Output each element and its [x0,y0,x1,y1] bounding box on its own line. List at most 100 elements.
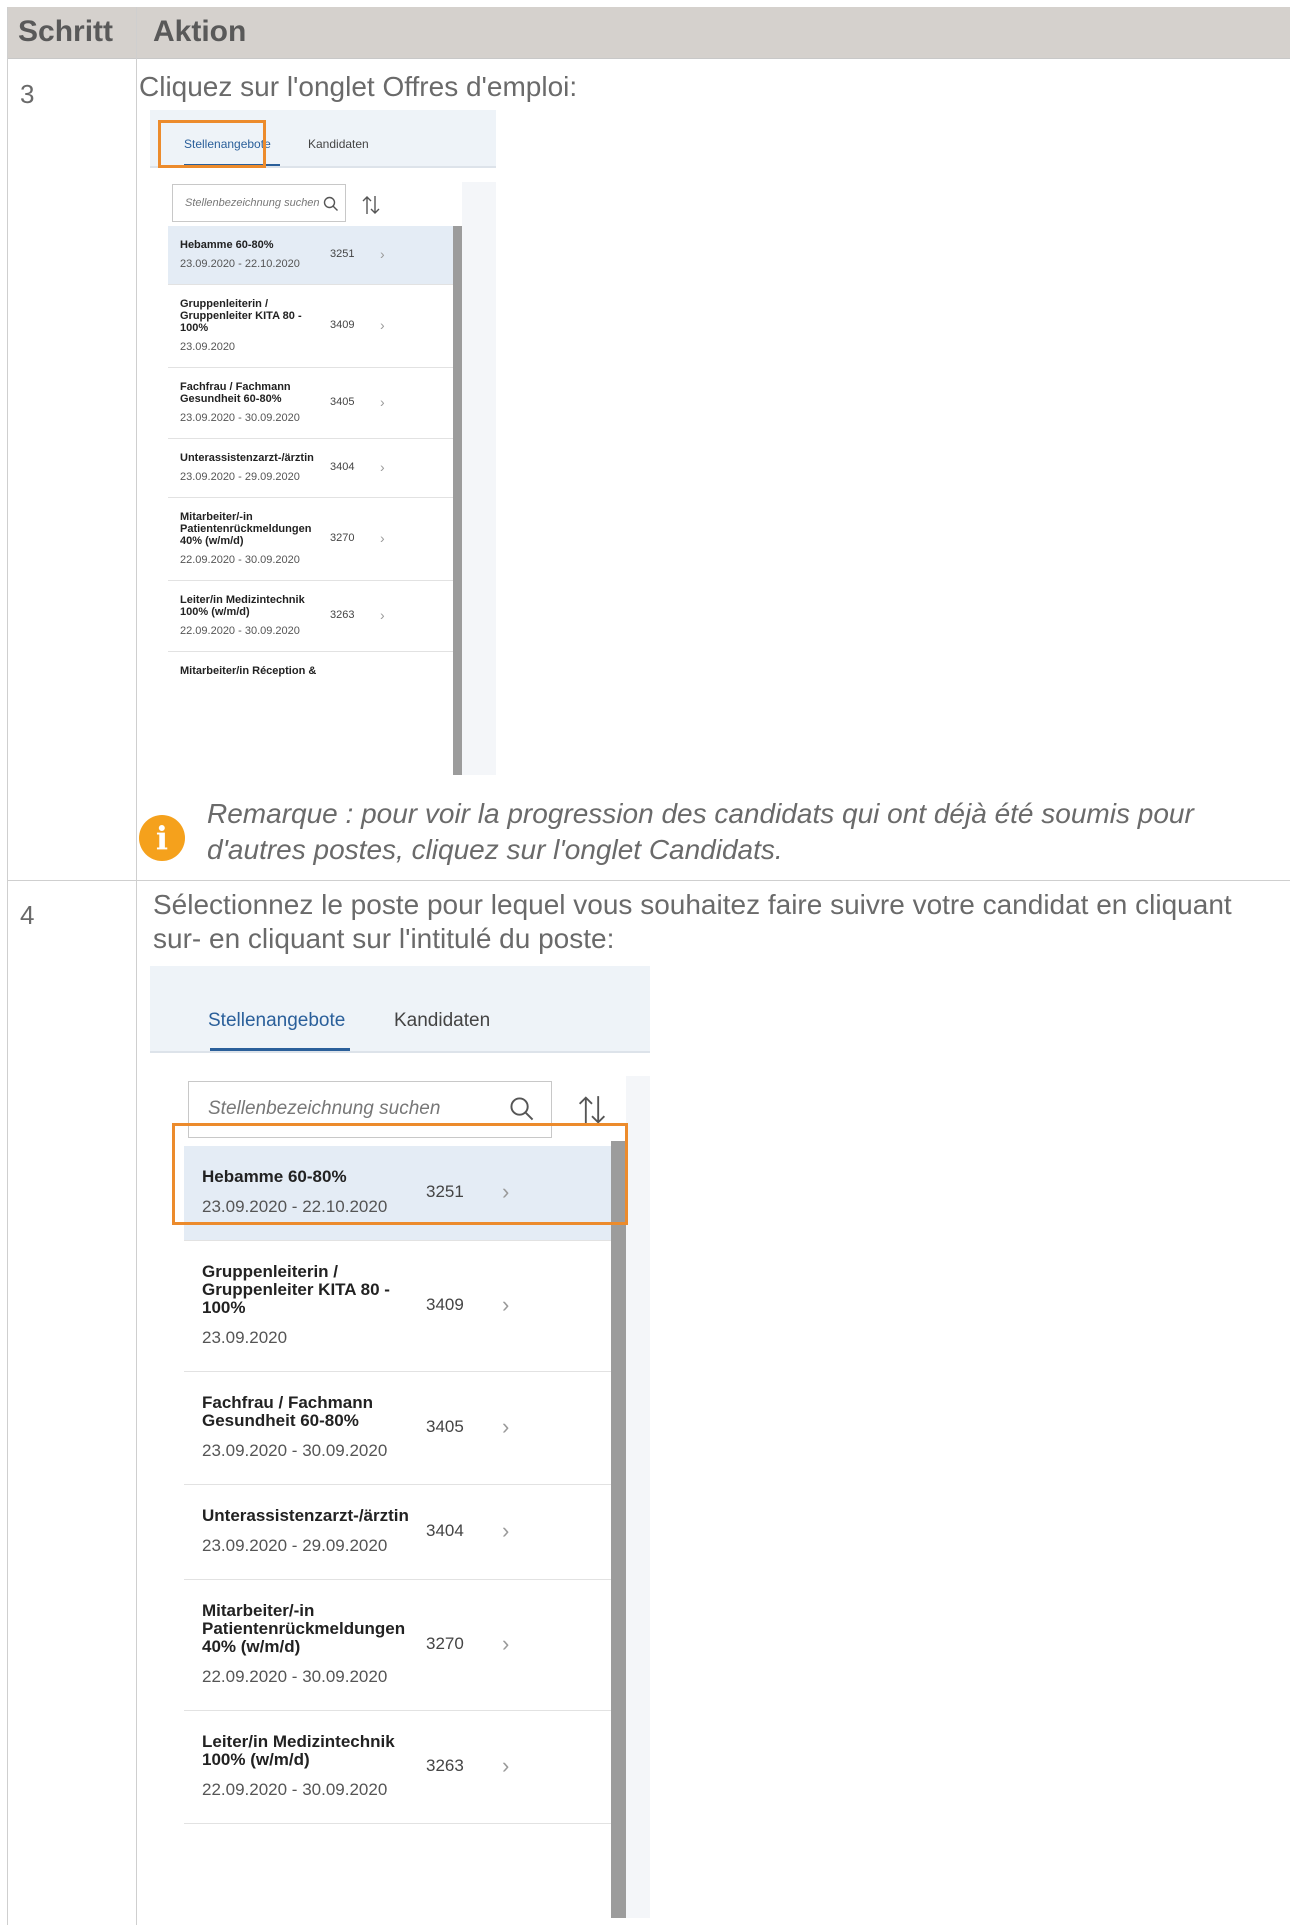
job-list-item[interactable]: Mitarbeiter/-in Patientenrückmeldungen 40%… [168,498,453,580]
job-title-line: Leiter/in Medizintechnik [202,1732,395,1751]
job-list-item[interactable]: Leiter/in Medizintechnik 100% (w/m/d) 22.0… [168,581,453,651]
job-list-item-partial[interactable]: Mitarbeiter/in Réception & [180,665,316,677]
job-title: Mitarbeiter/-in Patientenrückmeldungen 40%… [202,1602,405,1656]
job-title-line: 100% [180,322,209,334]
step-number-4: 4 [20,900,35,930]
chevron-right-icon: › [380,606,385,623]
job-list-item[interactable]: Mitarbeiter/-in Patientenrückmeldungen 40%… [184,1580,611,1710]
job-dates: 23.09.2020 - 30.09.2020 [202,1441,388,1460]
job-list-item[interactable]: Gruppenleiterin / Gruppenleiter KITA 80 -… [184,1241,611,1371]
list-divider [184,1823,611,1824]
job-list-item[interactable]: Fachfrau / Fachmann Gesundheit 60-80% 23.0… [184,1372,611,1484]
job-list-item[interactable]: Gruppenleiterin / Gruppenleiter KITA 80 -… [168,285,453,367]
info-icon: i [139,815,185,861]
highlight-box [172,1123,628,1225]
job-list-item[interactable]: Unterassistenzarzt-/ärztin 23.09.2020 - 2… [184,1485,611,1579]
chevron-right-icon: › [502,1413,510,1439]
job-title: Leiter/in Medizintechnik 100% (w/m/d) [202,1733,395,1769]
job-title: Hebamme 60-80% [180,239,274,251]
list-divider [168,651,453,652]
note-line-1: Remarque : pour voir la progression des … [207,798,1194,829]
tab-kandidaten[interactable]: Kandidaten [394,1010,490,1032]
search-icon[interactable] [323,196,339,212]
job-title: Unterassistenzarzt-/ärztin [180,452,314,464]
tab-bar-separator [150,1051,650,1053]
job-title: Fachfrau / Fachmann Gesundheit 60-80% [180,381,291,405]
job-title-line: Unterassistenzarzt-/ärztin [202,1506,409,1525]
job-dates: 23.09.2020 - 29.09.2020 [202,1536,388,1555]
job-dates: 23.09.2020 [202,1328,288,1347]
sort-icon[interactable] [575,1093,609,1127]
job-title-line: Leiter/in Medizintechnik [180,594,305,606]
job-title-line: 100% (w/m/d) [180,606,250,618]
job-title-line: Unterassistenzarzt-/ärztin [180,452,314,464]
job-title-line: Fachfrau / Fachmann [180,381,291,393]
job-title: Leiter/in Medizintechnik 100% (w/m/d) [180,594,305,618]
chevron-right-icon: › [380,393,385,410]
tab-kandidaten[interactable]: Kandidaten [308,137,369,151]
step-number-3: 3 [20,79,35,109]
job-title-line: Patientenrückmeldungen [202,1619,406,1638]
job-id: 3409 [426,1294,464,1314]
job-id: 3263 [426,1755,464,1775]
job-title-line: 100% (w/m/d) [202,1750,310,1769]
chevron-right-icon: › [502,1291,510,1317]
job-dates: 22.09.2020 - 30.09.2020 [202,1780,388,1799]
chevron-right-icon: › [380,245,385,262]
search-icon[interactable] [509,1096,535,1122]
tab-underline [210,1048,350,1051]
job-list-item[interactable]: Fachfrau / Fachmann Gesundheit 60-80% 23.0… [168,368,453,438]
job-title-line: Gruppenleiterin / [202,1262,339,1281]
job-dates: 23.09.2020 - 30.09.2020 [180,412,300,424]
screenshot-small: Stellenangebote Kandidaten Stellenbezeic… [150,110,496,775]
job-title: Gruppenleiterin / Gruppenleiter KITA 80 -… [202,1263,390,1317]
job-title-line: Gruppenleiter KITA 80 - [202,1280,390,1299]
column-divider [136,7,137,1925]
tab-stellenangebote[interactable]: Stellenangebote [208,1010,345,1032]
job-list: Hebamme 60-80% 23.09.2020 - 22.10.2020 325… [168,226,453,775]
job-id: 3405 [426,1416,464,1436]
sort-icon[interactable] [360,194,382,216]
job-title-line: Gruppenleiter KITA 80 - [180,310,302,322]
search-placeholder: Stellenbezeichnung suchen [208,1098,441,1119]
chevron-right-icon: › [502,1517,510,1543]
search-placeholder: Stellenbezeichnung suchen [185,197,320,209]
job-list-item[interactable]: Leiter/in Medizintechnik 100% (w/m/d) 22.0… [184,1711,611,1823]
job-list: Hebamme 60-80% 23.09.2020 - 22.10.2020 325… [184,1146,611,1918]
job-title-line: Gesundheit 60-80% [202,1411,359,1430]
chevron-right-icon: › [380,458,385,475]
job-dates: 23.09.2020 - 29.09.2020 [180,471,300,483]
row-divider [8,880,1290,881]
job-title-line: 40% (w/m/d) [180,535,244,547]
job-title-line: 100% [202,1298,246,1317]
note-line-2: d'autres postes, cliquez sur l'onglet Ca… [207,834,783,865]
job-id: 3404 [330,460,355,473]
step-4-instruction-line-1: Sélectionnez le poste pour lequel vous s… [153,889,1232,920]
chevron-right-icon: › [380,529,385,546]
job-title: Unterassistenzarzt-/ärztin [202,1507,409,1525]
chevron-right-icon: › [502,1630,510,1656]
screenshot-large: Stellenangebote Kandidaten Stellenbezeic… [150,966,650,1918]
scrollbar[interactable] [453,226,462,775]
job-id: 3270 [330,531,355,544]
chevron-right-icon: › [502,1752,510,1778]
detail-pane [462,182,496,775]
job-list-item[interactable]: Unterassistenzarzt-/ärztin 23.09.2020 - 2… [168,439,453,497]
header-action: Aktion [153,15,247,48]
job-title: Fachfrau / Fachmann Gesundheit 60-80% [202,1394,373,1430]
header-step: Schritt [18,15,114,48]
job-title: Mitarbeiter/-in Patientenrückmeldungen 40%… [180,511,311,547]
chevron-right-icon: › [380,316,385,333]
scrollbar[interactable] [611,1141,626,1918]
job-title-line: Hebamme 60-80% [180,239,274,251]
search-input[interactable]: Stellenbezeichnung suchen [172,184,346,222]
tab-bar [150,966,650,1051]
job-title-line: Patientenrückmeldungen [180,523,312,535]
job-id: 3409 [330,318,355,331]
job-list-item[interactable]: Hebamme 60-80% 23.09.2020 - 22.10.2020 325… [168,226,453,284]
job-title-line: Fachfrau / Fachmann [202,1393,373,1412]
job-title-line: Mitarbeiter/-in [180,511,253,523]
job-title-line: Gesundheit 60-80% [180,393,282,405]
step-3-instruction: Cliquez sur l'onglet Offres d'emploi: [139,71,578,102]
table-header: Schritt Aktion [8,7,1290,59]
